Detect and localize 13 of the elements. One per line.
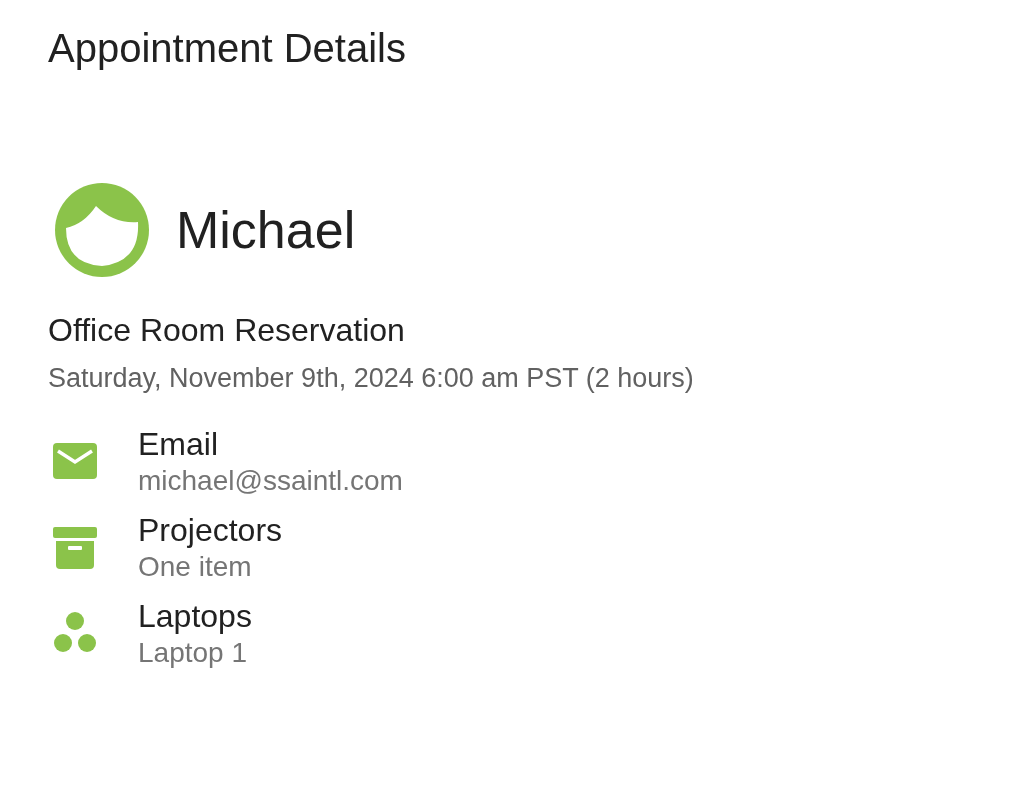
detail-label: Laptops	[138, 597, 252, 636]
detail-label: Email	[138, 425, 219, 464]
page-title: Appointment Details	[48, 25, 407, 72]
three-dots-icon	[51, 611, 99, 655]
avatar-icon	[54, 182, 150, 278]
envelope-icon	[51, 441, 99, 481]
appointment-title: Office Room Reservation	[48, 312, 406, 349]
appointment-datetime: Saturday, November 9th, 2024 6:00 am PST (2 hours)	[48, 363, 695, 394]
detail-label: Projectors	[138, 511, 283, 550]
detail-value: One item	[138, 550, 253, 584]
detail-value: michael@ssaintl.com	[138, 464, 403, 498]
detail-value: Laptop 1	[138, 636, 248, 670]
person-name: Michael	[176, 200, 356, 260]
